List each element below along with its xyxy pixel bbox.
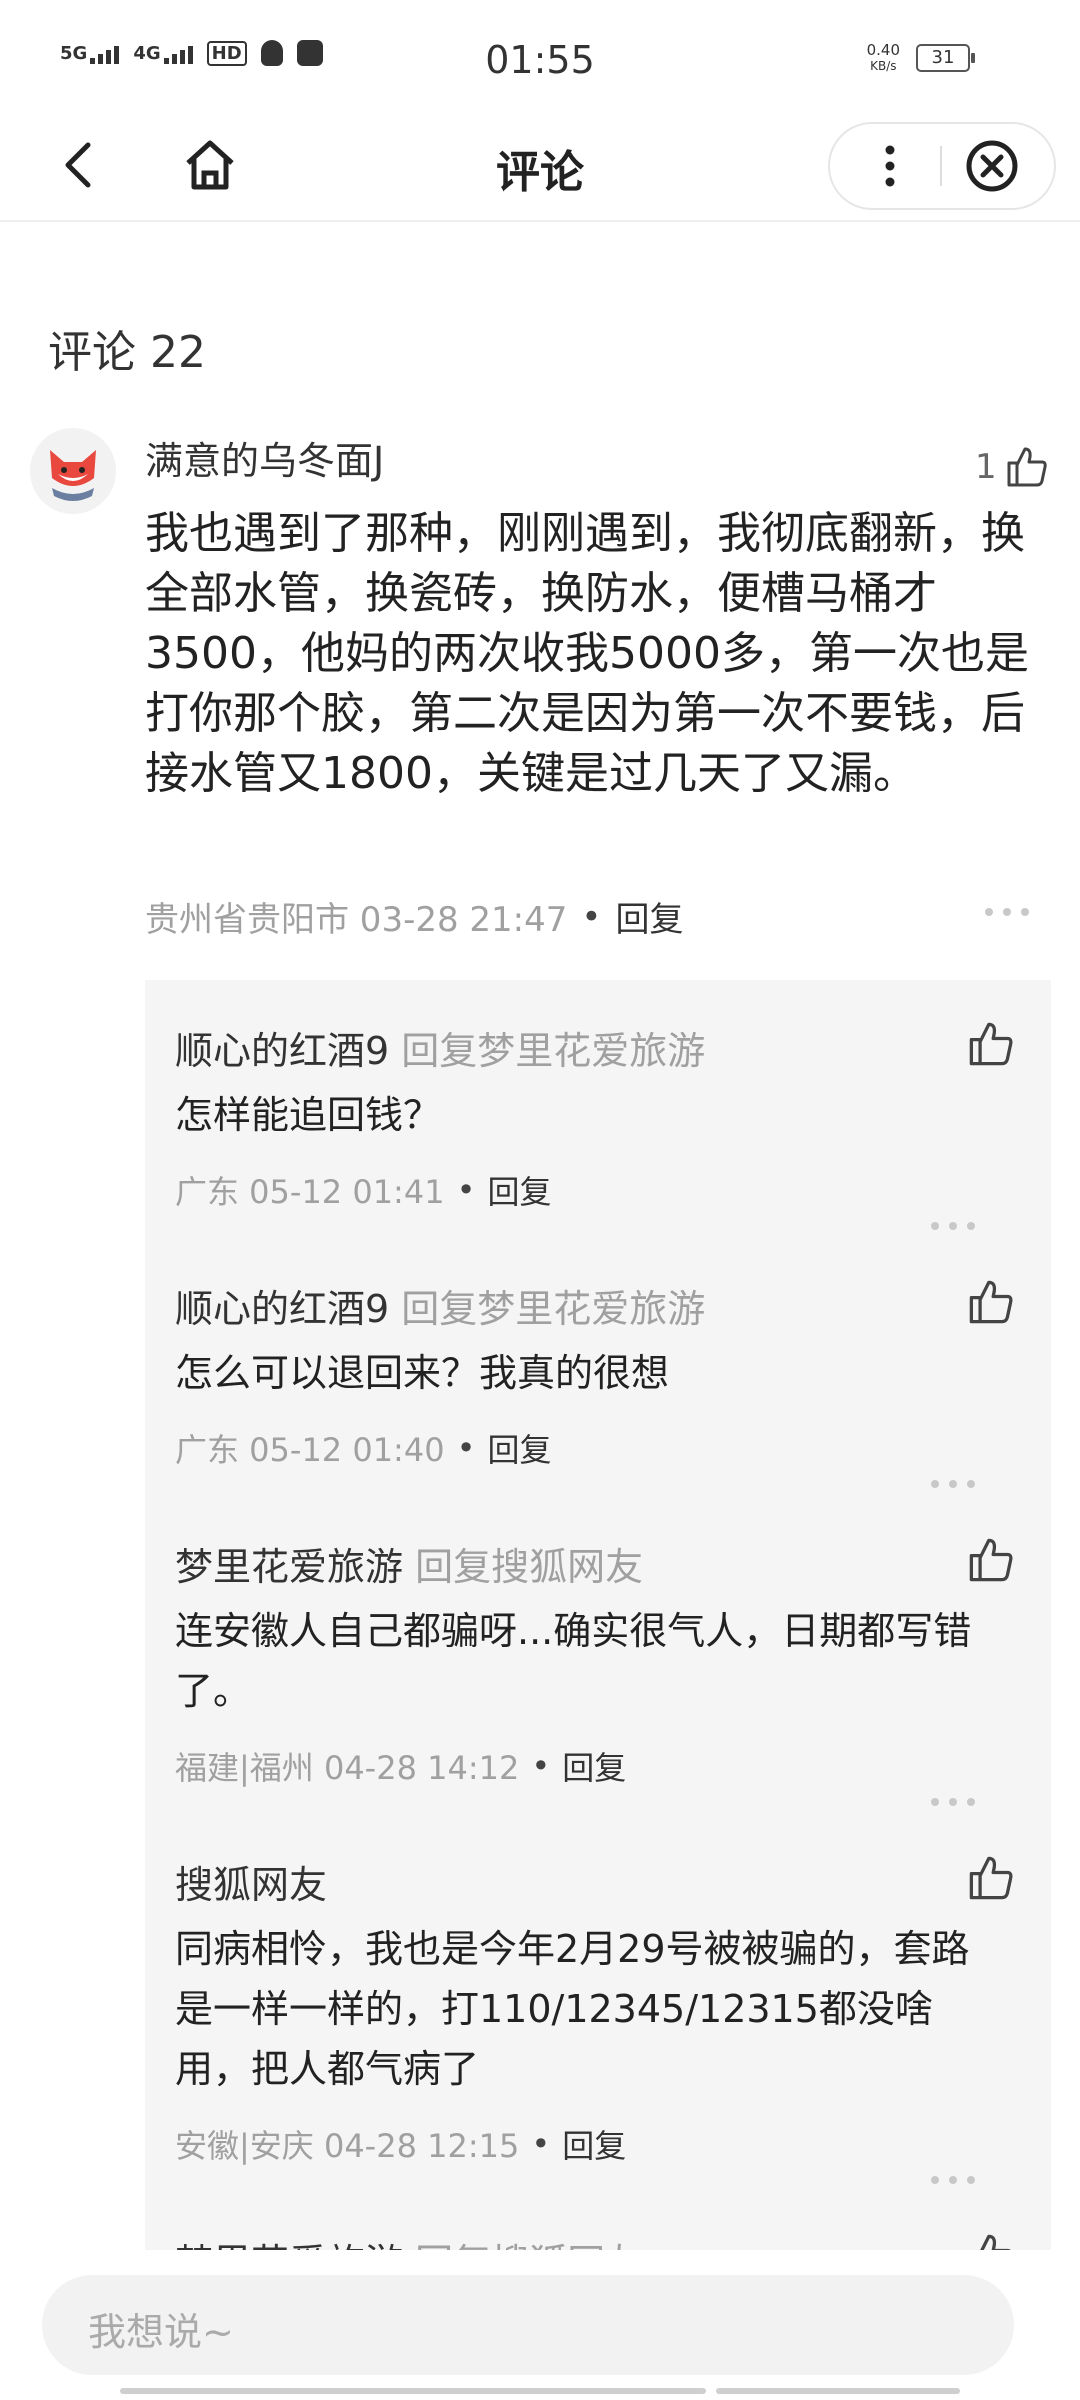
comment-location-time: 贵州省贵阳市 03-28 21:47 (145, 900, 568, 940)
reply-header: 搜狐网友 (175, 1854, 1015, 1909)
more-options-icon[interactable] (931, 1798, 975, 1806)
reply-username[interactable]: 梦里花爱旅游 (175, 1545, 403, 1589)
like-button[interactable]: 1 (975, 445, 1049, 489)
more-options-icon[interactable] (931, 1222, 975, 1230)
list-item: 梦里花爱旅游 回复搜狐网友 (175, 2232, 1015, 2250)
network-speed: 0.40 KB/s (866, 41, 900, 73)
reply-text: 怎样能追回钱？ (175, 1093, 442, 1137)
reply-meta: 福建|福州 04-28 14:12 • 回复 (175, 1743, 1015, 1789)
comment-text: 我也遇到了那种，刚刚遇到，我彻底翻新，换全部水管，换瓷砖，换防水，便槽马桶才35… (145, 508, 1029, 799)
more-options-icon[interactable] (985, 908, 1029, 916)
reply-meta: 广东 05-12 01:41 • 回复 (175, 1167, 1015, 1213)
more-options-icon[interactable] (931, 1480, 975, 1488)
gesture-bar-segment (716, 2388, 960, 2394)
comment-input[interactable]: 我想说~ (42, 2275, 1014, 2375)
reply-button[interactable]: 回复 (615, 892, 683, 941)
more-vertical-icon (885, 145, 895, 187)
reply-text: 怎么可以退回来？我真的很想 (175, 1351, 670, 1395)
replies-panel: 顺心的红酒9 回复梦里花爱旅游 怎样能追回钱？ 广东 05-12 01:41 •… (145, 980, 1051, 2250)
status-icons-right: 0.40 KB/s 31 (866, 41, 975, 74)
close-button[interactable] (962, 136, 1022, 196)
reply-username[interactable]: 顺心的红酒9 (175, 1029, 389, 1073)
capsule-divider (940, 146, 942, 186)
reply-username[interactable]: 顺心的红酒9 (175, 1287, 389, 1331)
reply-username[interactable]: 梦里花爱旅游 (175, 2241, 403, 2250)
reply-to-label: 回复梦里花爱旅游 (401, 1029, 706, 1073)
reply-to-label: 回复梦里花爱旅游 (401, 1287, 706, 1331)
reply-to-label: 回复搜狐网友 (415, 2241, 643, 2250)
reply-header: 梦里花爱旅游 回复搜狐网友 (175, 1536, 1015, 1591)
comment-username[interactable]: 满意的乌冬面J (145, 430, 384, 485)
reply-header: 顺心的红酒9 回复梦里花爱旅游 (175, 1020, 1015, 1075)
list-item: 搜狐网友 同病相怜，我也是今年2月29号被被骗的，套路是一样一样的，打110/1… (175, 1854, 1015, 2184)
comment-input-placeholder: 我想说~ (88, 2310, 234, 2354)
list-item: 顺心的红酒9 回复梦里花爱旅游 怎样能追回钱？ 广东 05-12 01:41 •… (175, 1020, 1015, 1230)
thumbs-up-icon[interactable] (967, 2232, 1015, 2250)
battery-icon: 31 (916, 44, 975, 72)
thumbs-up-icon (1007, 447, 1047, 487)
reply-button[interactable]: 回复 (562, 1743, 626, 1789)
like-count: 1 (975, 447, 997, 487)
reply-button[interactable]: 回复 (487, 1167, 551, 1213)
reply-meta: 安徽|安庆 04-28 12:15 • 回复 (175, 2121, 1015, 2167)
reply-header: 顺心的红酒9 回复梦里花爱旅游 (175, 1278, 1015, 1333)
reply-text: 同病相怜，我也是今年2月29号被被骗的，套路是一样一样的，打110/12345/… (175, 1927, 970, 2091)
comment-meta: 贵州省贵阳市 03-28 21:47 • 回复 (145, 892, 683, 941)
mini-program-capsule (828, 122, 1056, 210)
comment-count-heading: 评论 22 (48, 327, 206, 378)
more-button[interactable] (860, 136, 920, 196)
reply-header: 梦里花爱旅游 回复搜狐网友 (175, 2232, 1015, 2250)
reply-username[interactable]: 搜狐网友 (175, 1863, 327, 1907)
fox-avatar-icon (30, 428, 116, 514)
thumbs-up-icon[interactable] (967, 1020, 1015, 1068)
list-item: 梦里花爱旅游 回复搜狐网友 连安徽人自己都骗呀...确实很气人，日期都写错了。 … (175, 1536, 1015, 1806)
avatar[interactable] (30, 428, 116, 514)
reply-button[interactable]: 回复 (562, 2121, 626, 2167)
thumbs-up-icon[interactable] (967, 1854, 1015, 1902)
reply-to-label: 回复搜狐网友 (415, 1545, 644, 1589)
more-options-icon[interactable] (931, 2176, 975, 2184)
list-item: 顺心的红酒9 回复梦里花爱旅游 怎么可以退回来？我真的很想 广东 05-12 0… (175, 1278, 1015, 1488)
close-circle-icon (966, 140, 1018, 192)
thumbs-up-icon[interactable] (967, 1536, 1015, 1584)
reply-meta: 广东 05-12 01:40 • 回复 (175, 1425, 1015, 1471)
reply-button[interactable]: 回复 (487, 1425, 551, 1471)
reply-text: 连安徽人自己都骗呀...确实很气人，日期都写错了。 (175, 1609, 972, 1713)
gesture-bar-segment (372, 2388, 706, 2394)
status-bar: 5G 4G HD 01:55 0.40 KB/s 31 (0, 0, 1080, 110)
thumbs-up-icon[interactable] (967, 1278, 1015, 1326)
top-nav-bar: 评论 (0, 110, 1080, 222)
